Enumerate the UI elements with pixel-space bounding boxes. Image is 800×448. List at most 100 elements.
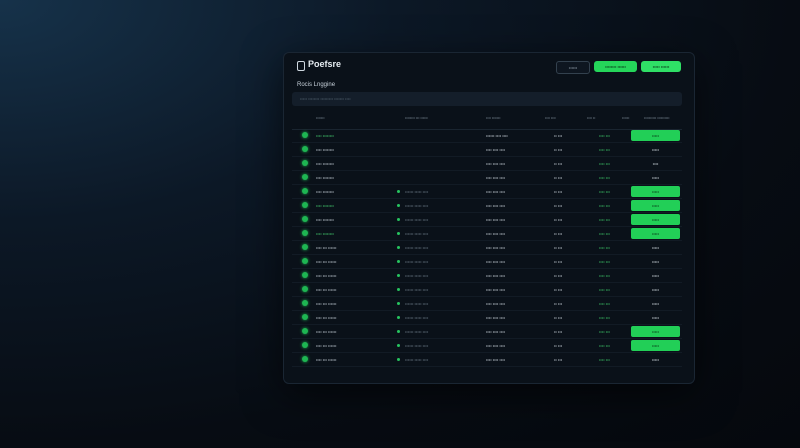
desc-dot-icon [397,246,400,249]
status-badge[interactable]: ••••• [631,270,680,281]
row-name: •••• •••••••• [316,133,334,138]
row-name: •••• ••• •••••• [316,259,337,264]
table-row[interactable]: •••• •••••••• •••••• ••••• •••• •••• •••… [292,199,682,213]
column-header[interactable]: •••••• [622,116,629,121]
table-row[interactable]: •••• ••• •••••• •••••• ••••• •••• •••• •… [292,325,682,339]
row-name: •••• •••••••• [316,147,334,152]
row-trend: •••• ••• [599,203,610,208]
table-row[interactable]: •••• ••• •••••• •••••• ••••• •••• •••• •… [292,241,682,255]
row-trend: •••• ••• [599,301,610,306]
column-header[interactable]: •••• ••••••• [486,116,500,121]
status-dot-icon [302,272,308,278]
desc-dot-icon [397,218,400,221]
status-badge[interactable]: ••••• [631,130,680,141]
column-header[interactable]: •••• •• [587,116,595,121]
table-row[interactable]: •••• •••••••• •••• •••• •••• •• ••• ••••… [292,157,682,171]
column-header[interactable]: •••••••• ••• •••••• [405,116,428,121]
status-dot-icon [302,230,308,236]
row-trend: •••• ••• [599,175,610,180]
table-row[interactable]: •••• ••• •••••• •••••• ••••• •••• •••• •… [292,353,682,367]
row-code: •• ••• [554,147,563,152]
row-description: •••••• ••••• •••• [405,315,429,320]
status-badge[interactable]: ••••• [631,144,680,155]
table-row[interactable]: •••• ••• •••••• •••••• ••••• •••• •••• •… [292,283,682,297]
row-date: •••• •••• •••• [486,301,506,306]
status-badge[interactable]: ••••• [631,340,680,351]
status-badge[interactable]: •••• [631,158,680,169]
row-code: •• ••• [554,287,563,292]
row-trend: •••• ••• [599,245,610,250]
row-name: •••• ••• •••••• [316,329,337,334]
row-code: •• ••• [554,217,563,222]
status-badge[interactable]: ••••• [631,354,680,365]
row-name: •••• •••••••• [316,189,334,194]
row-name: •••• ••• •••••• [316,301,337,306]
desc-dot-icon [397,358,400,361]
table-row[interactable]: •••• •••••••• •••••• •••• •••• •• ••• ••… [292,129,682,143]
status-badge[interactable]: ••••• [631,242,680,253]
row-code: •• ••• [554,245,563,250]
row-date: •••• •••• •••• [486,217,506,222]
row-date: •••• •••• •••• [486,343,506,348]
status-badge[interactable]: ••••• [631,186,680,197]
row-name: •••• •••••••• [316,161,334,166]
status-dot-icon [302,328,308,334]
row-date: •••• •••• •••• [486,357,506,362]
status-badge[interactable]: ••••• [631,228,680,239]
header-action-button[interactable]: ••••• •••••• [641,61,681,72]
table-row[interactable]: •••• •••••••• •••• •••• •••• •• ••• ••••… [292,171,682,185]
status-badge[interactable]: ••••• [631,172,680,183]
row-trend: •••• ••• [599,217,610,222]
table-row[interactable]: •••• •••••••• •••••• ••••• •••• •••• •••… [292,227,682,241]
row-date: •••• •••• •••• [486,245,506,250]
row-date: •••• •••• •••• [486,329,506,334]
row-description: •••••• ••••• •••• [405,217,429,222]
table-row[interactable]: •••• •••••••• •••••• ••••• •••• •••• •••… [292,185,682,199]
column-header[interactable]: ••••••• [316,116,325,121]
header-secondary-button[interactable]: •••••• [556,61,590,74]
row-name: •••• •••••••• [316,203,334,208]
column-header[interactable]: •••• •••• [545,116,556,121]
row-description: •••••• ••••• •••• [405,287,429,292]
status-badge[interactable]: ••••• [631,200,680,211]
table-row[interactable]: •••• ••• •••••• •••••• ••••• •••• •••• •… [292,255,682,269]
row-code: •• ••• [554,259,563,264]
app-title: Poefsre [308,59,342,69]
desc-dot-icon [397,330,400,333]
row-trend: •••• ••• [599,329,610,334]
row-date: •••• •••• •••• [486,259,506,264]
table-row[interactable]: •••• •••••••• •••• •••• •••• •• ••• ••••… [292,143,682,157]
row-description: •••••• ••••• •••• [405,189,429,194]
table-row[interactable]: •••• ••• •••••• •••••• ••••• •••• •••• •… [292,297,682,311]
status-badge[interactable]: ••••• [631,312,680,323]
status-dot-icon [302,342,308,348]
status-badge[interactable]: ••••• [631,284,680,295]
row-description: •••••• ••••• •••• [405,259,429,264]
row-code: •• ••• [554,161,563,166]
row-code: •• ••• [554,203,563,208]
row-name: •••• •••••••• [316,231,334,236]
row-trend: •••• ••• [599,189,610,194]
table-row[interactable]: •••• ••• ••••• •••••• ••••• •••• •••• •••… [292,213,682,227]
column-header[interactable]: •••••••••• •••••••••• [644,116,669,121]
row-trend: •••• ••• [599,273,610,278]
desc-dot-icon [397,316,400,319]
header-primary-button[interactable]: •••••••• •••••• [594,61,637,72]
title-bar: Poefsre •••••• •••••••• •••••• ••••• •••… [284,53,694,81]
status-badge[interactable]: ••••• [631,214,680,225]
row-code: •• ••• [554,315,563,320]
table-row[interactable]: •••• ••• •••••• •••••• ••••• •••• •••• •… [292,269,682,283]
row-code: •• ••• [554,343,563,348]
table-row[interactable]: •••• ••• •••••• •••••• ••••• •••• •••• •… [292,311,682,325]
status-badge[interactable]: ••••• [631,256,680,267]
row-description: •••••• ••••• •••• [405,357,429,362]
row-date: •••• •••• •••• [486,287,506,292]
row-date: •••• •••• •••• [486,161,506,166]
status-badge[interactable]: ••••• [631,326,680,337]
table-row[interactable]: •••• ••• •••••• •••••• ••••• •••• •••• •… [292,339,682,353]
row-description: •••••• ••••• •••• [405,329,429,334]
row-description: •••••• ••••• •••• [405,245,429,250]
status-dot-icon [302,244,308,250]
status-badge[interactable]: ••••• [631,298,680,309]
filter-bar[interactable]: ••••• •••••••• ••••••••• ••••••• •••• [292,92,682,106]
